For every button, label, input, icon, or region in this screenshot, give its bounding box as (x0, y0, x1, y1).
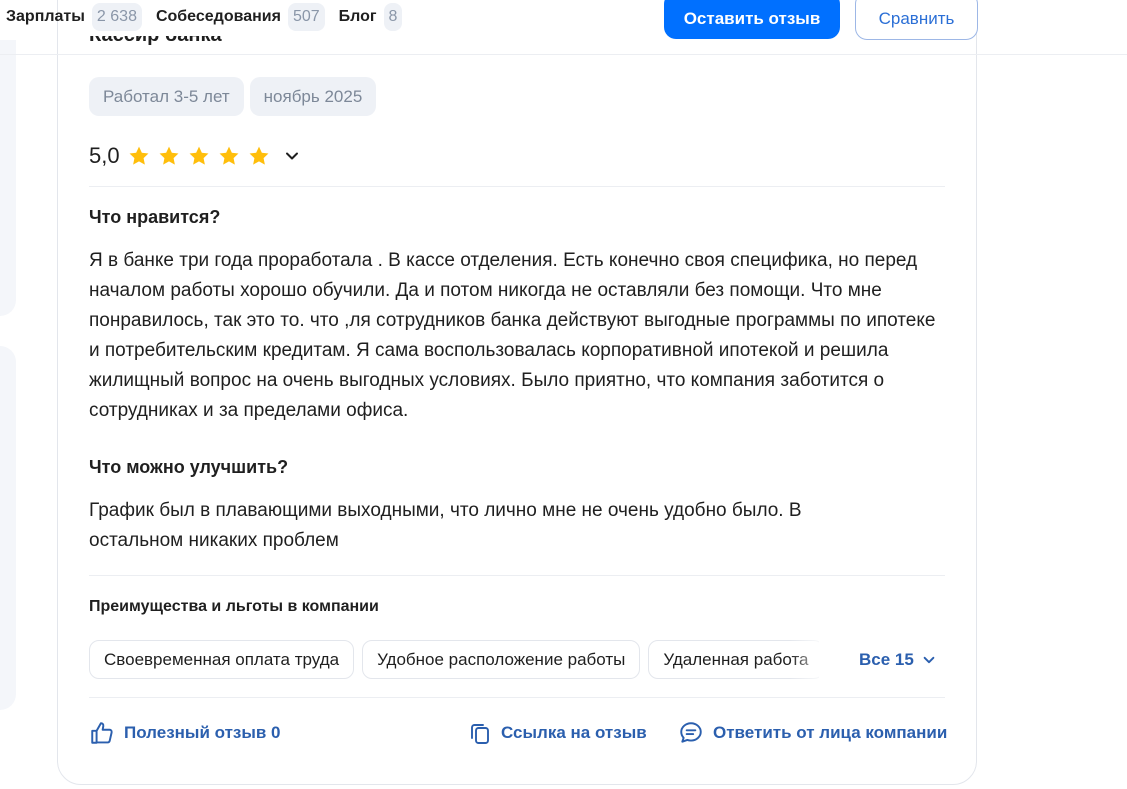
benefits-list: Своевременная оплата труда Удобное распол… (89, 640, 819, 679)
all-benefits-button[interactable]: Все 15 (859, 650, 936, 670)
tab-interviews-label: Собеседования (155, 8, 281, 25)
star-icon (189, 146, 209, 165)
leave-review-button[interactable]: Оставить отзыв (664, 0, 840, 39)
left-panel-bottom (0, 346, 16, 710)
divider (89, 697, 945, 698)
tab-salaries-label: Зарплаты (6, 8, 85, 25)
tab-blog-count: 8 (383, 3, 403, 31)
tab-salaries-count: 2 638 (91, 3, 142, 31)
review-link-button[interactable]: Ссылка на отзыв (468, 720, 647, 746)
nav-tabs: Зарплаты 2 638 Собеседования 507 Блог 8 (6, 3, 416, 31)
improve-text: График был в плавающими выходными, что л… (89, 500, 802, 551)
star-icon (219, 146, 239, 165)
tab-interviews[interactable]: Собеседования 507 (156, 3, 325, 31)
copy-link-icon (471, 724, 489, 744)
job-title: Кассир банка (89, 36, 222, 54)
review-tags: Работал 3-5 лет ноябрь 2025 (89, 77, 382, 116)
top-nav: Зарплаты 2 638 Собеседования 507 Блог 8 … (0, 0, 1127, 40)
left-panel-top (0, 40, 16, 316)
helpful-label: Полезный отзыв 0 (124, 723, 281, 742)
tab-blog[interactable]: Блог 8 (339, 3, 403, 31)
rating: 5,0 (89, 143, 300, 169)
tag-experience: Работал 3-5 лет (89, 77, 244, 116)
chevron-down-icon (923, 656, 935, 664)
reply-label: Ответить от лица компании (713, 723, 948, 742)
benefit-chip[interactable]: Своевременная оплата труда (89, 640, 355, 679)
tab-interviews-count: 507 (287, 3, 325, 31)
divider (89, 186, 945, 187)
tab-salaries[interactable]: Зарплаты 2 638 (6, 3, 142, 31)
reply-button[interactable]: Ответить от лица компании (678, 720, 947, 746)
helpful-button[interactable]: Полезный отзыв 0 (89, 720, 281, 746)
thumbs-up-icon (91, 722, 113, 744)
benefit-chip[interactable]: Удобное расположение работы (362, 640, 641, 679)
rating-value: 5,0 (89, 143, 120, 168)
chips-fade (790, 640, 830, 679)
divider (89, 575, 945, 576)
all-benefits-label: Все 15 (859, 650, 914, 669)
compare-button[interactable]: Сравнить (855, 0, 978, 40)
likes-heading: Что нравится? (89, 207, 221, 227)
job-title-text: Кассир банка (89, 36, 222, 46)
nav-divider (0, 54, 1127, 55)
chat-icon (680, 722, 702, 743)
review-link-label: Ссылка на отзыв (501, 723, 647, 742)
improve-heading: Что можно улучшить? (89, 457, 289, 477)
benefits-heading: Преимущества и льготы в компании (89, 598, 379, 615)
star-icon (129, 146, 149, 165)
tag-date: ноябрь 2025 (249, 77, 377, 116)
likes-text: Я в банке три года проработала . В кассе… (89, 250, 936, 421)
tab-blog-label: Блог (338, 8, 377, 25)
star-icon (159, 146, 179, 165)
chevron-down-icon[interactable] (284, 148, 300, 164)
star-icon (249, 146, 269, 165)
